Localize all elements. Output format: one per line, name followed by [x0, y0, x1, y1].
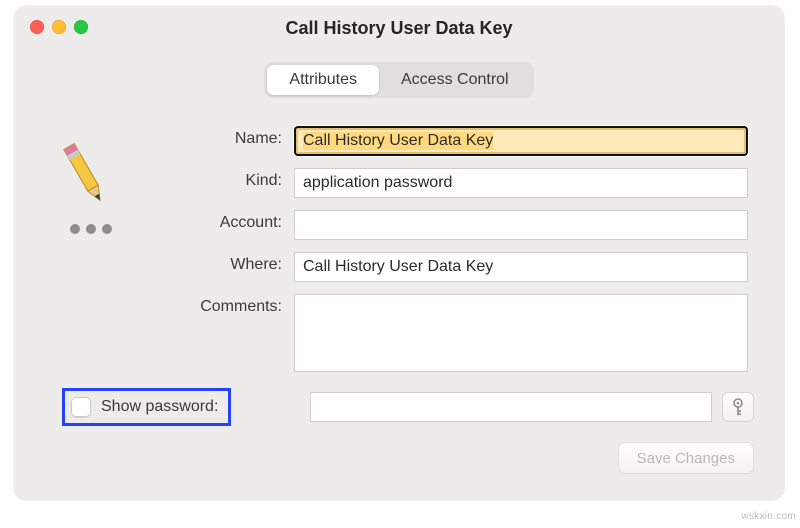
- minimize-icon[interactable]: [52, 20, 66, 34]
- content-area: Name: Kind: Account: Where: Comments:: [14, 98, 784, 377]
- label-comments: Comments:: [194, 294, 294, 316]
- tab-access-control[interactable]: Access Control: [379, 65, 531, 95]
- name-field[interactable]: [294, 126, 748, 156]
- window-frame: Call History User Data Key Attributes Ac…: [14, 6, 784, 500]
- tab-group: Attributes Access Control: [264, 62, 533, 98]
- show-password-checkbox[interactable]: [71, 397, 91, 417]
- comments-field[interactable]: [294, 294, 748, 372]
- close-icon[interactable]: [30, 20, 44, 34]
- attributes-form: Name: Kind: Account: Where: Comments:: [194, 126, 748, 377]
- zoom-icon[interactable]: [74, 20, 88, 34]
- tab-bar: Attributes Access Control: [14, 62, 784, 98]
- key-icon-button[interactable]: [722, 392, 754, 422]
- traffic-lights: [30, 20, 88, 34]
- label-where: Where:: [194, 252, 294, 274]
- label-kind: Kind:: [194, 168, 294, 190]
- ellipsis-icon: [70, 224, 114, 234]
- tab-attributes[interactable]: Attributes: [267, 65, 379, 95]
- label-show-password: Show password:: [101, 398, 218, 416]
- pencil-icon: [58, 138, 114, 234]
- label-name: Name:: [194, 126, 294, 148]
- password-field[interactable]: [310, 392, 712, 422]
- where-field[interactable]: [294, 252, 748, 282]
- window-title: Call History User Data Key: [14, 6, 784, 50]
- watermark: wskxin.com: [741, 511, 796, 522]
- account-field[interactable]: [294, 210, 748, 240]
- kind-field[interactable]: [294, 168, 748, 198]
- key-icon: [730, 398, 746, 416]
- show-password-row: Show password:: [62, 388, 231, 426]
- titlebar: Call History User Data Key: [14, 6, 784, 50]
- label-account: Account:: [194, 210, 294, 232]
- save-changes-button[interactable]: Save Changes: [618, 442, 754, 474]
